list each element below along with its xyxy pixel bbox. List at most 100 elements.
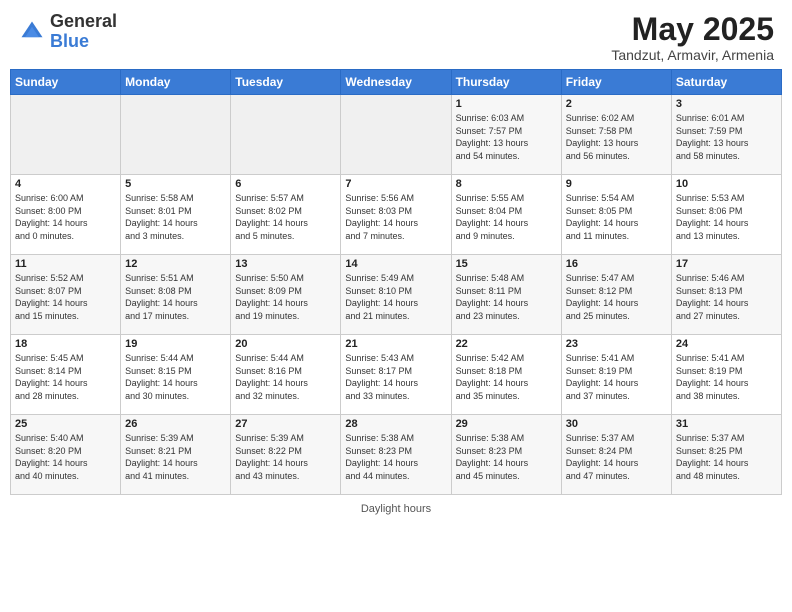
- day-info: Sunrise: 5:50 AM Sunset: 8:09 PM Dayligh…: [235, 272, 336, 322]
- day-number: 8: [456, 178, 557, 190]
- calendar-cell: 28 Sunrise: 5:38 AM Sunset: 8:23 PM Dayli…: [341, 415, 451, 495]
- calendar-cell: 24 Sunrise: 5:41 AM Sunset: 8:19 PM Dayli…: [671, 335, 781, 415]
- day-number: 14: [345, 258, 446, 270]
- calendar-cell: 3 Sunrise: 6:01 AM Sunset: 7:59 PM Daylig…: [671, 95, 781, 175]
- calendar-body: 1 Sunrise: 6:03 AM Sunset: 7:57 PM Daylig…: [11, 95, 782, 495]
- day-number: 26: [125, 418, 226, 430]
- day-info: Sunrise: 5:38 AM Sunset: 8:23 PM Dayligh…: [345, 432, 446, 482]
- day-number: 6: [235, 178, 336, 190]
- day-number: 25: [15, 418, 116, 430]
- calendar-cell: [11, 95, 121, 175]
- day-number: 10: [676, 178, 777, 190]
- day-info: Sunrise: 5:41 AM Sunset: 8:19 PM Dayligh…: [566, 352, 667, 402]
- day-number: 31: [676, 418, 777, 430]
- day-number: 11: [15, 258, 116, 270]
- day-info: Sunrise: 5:56 AM Sunset: 8:03 PM Dayligh…: [345, 192, 446, 242]
- day-info: Sunrise: 6:00 AM Sunset: 8:00 PM Dayligh…: [15, 192, 116, 242]
- day-number: 13: [235, 258, 336, 270]
- calendar-cell: 2Sunrise: 6:02 AM Sunset: 7:58 PM Daylig…: [561, 95, 671, 175]
- calendar-week-3: 11Sunrise: 5:52 AM Sunset: 8:07 PM Dayli…: [11, 255, 782, 335]
- day-number: 19: [125, 338, 226, 350]
- calendar-cell: 4Sunrise: 6:00 AM Sunset: 8:00 PM Daylig…: [11, 175, 121, 255]
- day-info: Sunrise: 6:03 AM Sunset: 7:57 PM Dayligh…: [456, 112, 557, 162]
- day-number: 5: [125, 178, 226, 190]
- day-info: Sunrise: 5:41 AM Sunset: 8:19 PM Dayligh…: [676, 352, 777, 402]
- calendar-cell: 19Sunrise: 5:44 AM Sunset: 8:15 PM Dayli…: [121, 335, 231, 415]
- day-info: Sunrise: 5:54 AM Sunset: 8:05 PM Dayligh…: [566, 192, 667, 242]
- weekday-header-tuesday: Tuesday: [231, 70, 341, 95]
- calendar-cell: 15 Sunrise: 5:48 AM Sunset: 8:11 PM Dayli…: [451, 255, 561, 335]
- calendar-cell: 17 Sunrise: 5:46 AM Sunset: 8:13 PM Dayli…: [671, 255, 781, 335]
- day-number: 3: [676, 98, 777, 110]
- day-info: Sunrise: 5:51 AM Sunset: 8:08 PM Dayligh…: [125, 272, 226, 322]
- calendar-cell: 23Sunrise: 5:41 AM Sunset: 8:19 PM Dayli…: [561, 335, 671, 415]
- calendar-week-2: 4Sunrise: 6:00 AM Sunset: 8:00 PM Daylig…: [11, 175, 782, 255]
- day-number: 1: [456, 98, 557, 110]
- calendar-cell: 20 Sunrise: 5:44 AM Sunset: 8:16 PM Dayli…: [231, 335, 341, 415]
- logo-text: General Blue: [50, 12, 117, 52]
- page-container: General Blue May 2025 Tandzut, Armavir, …: [0, 0, 792, 517]
- weekday-header-saturday: Saturday: [671, 70, 781, 95]
- calendar-cell: 26 Sunrise: 5:39 AM Sunset: 8:21 PM Dayli…: [121, 415, 231, 495]
- day-info: Sunrise: 5:47 AM Sunset: 8:12 PM Dayligh…: [566, 272, 667, 322]
- day-info: Sunrise: 5:39 AM Sunset: 8:21 PM Dayligh…: [125, 432, 226, 482]
- day-number: 9: [566, 178, 667, 190]
- day-number: 20: [235, 338, 336, 350]
- weekday-header-thursday: Thursday: [451, 70, 561, 95]
- calendar-week-5: 25Sunrise: 5:40 AM Sunset: 8:20 PM Dayli…: [11, 415, 782, 495]
- day-info: Sunrise: 5:49 AM Sunset: 8:10 PM Dayligh…: [345, 272, 446, 322]
- day-info: Sunrise: 5:43 AM Sunset: 8:17 PM Dayligh…: [345, 352, 446, 402]
- calendar-cell: 11Sunrise: 5:52 AM Sunset: 8:07 PM Dayli…: [11, 255, 121, 335]
- title-block: May 2025 Tandzut, Armavir, Armenia: [611, 12, 774, 63]
- calendar-cell: 9 Sunrise: 5:54 AM Sunset: 8:05 PM Daylig…: [561, 175, 671, 255]
- calendar-cell: 7 Sunrise: 5:56 AM Sunset: 8:03 PM Daylig…: [341, 175, 451, 255]
- logo-blue: Blue: [50, 31, 89, 51]
- day-info: Sunrise: 5:46 AM Sunset: 8:13 PM Dayligh…: [676, 272, 777, 322]
- calendar-cell: 6 Sunrise: 5:57 AM Sunset: 8:02 PM Daylig…: [231, 175, 341, 255]
- calendar-cell: 5Sunrise: 5:58 AM Sunset: 8:01 PM Daylig…: [121, 175, 231, 255]
- calendar-cell: 25Sunrise: 5:40 AM Sunset: 8:20 PM Dayli…: [11, 415, 121, 495]
- calendar-wrapper: SundayMondayTuesdayWednesdayThursdayFrid…: [0, 69, 792, 499]
- day-info: Sunrise: 5:48 AM Sunset: 8:11 PM Dayligh…: [456, 272, 557, 322]
- calendar-week-1: 1 Sunrise: 6:03 AM Sunset: 7:57 PM Daylig…: [11, 95, 782, 175]
- day-info: Sunrise: 5:53 AM Sunset: 8:06 PM Dayligh…: [676, 192, 777, 242]
- day-number: 12: [125, 258, 226, 270]
- day-info: Sunrise: 6:01 AM Sunset: 7:59 PM Dayligh…: [676, 112, 777, 162]
- day-number: 22: [456, 338, 557, 350]
- day-number: 28: [345, 418, 446, 430]
- calendar-cell: 18 Sunrise: 5:45 AM Sunset: 8:14 PM Dayli…: [11, 335, 121, 415]
- day-number: 7: [345, 178, 446, 190]
- day-info: Sunrise: 5:37 AM Sunset: 8:25 PM Dayligh…: [676, 432, 777, 482]
- weekday-header-monday: Monday: [121, 70, 231, 95]
- calendar-cell: 27Sunrise: 5:39 AM Sunset: 8:22 PM Dayli…: [231, 415, 341, 495]
- day-info: Sunrise: 5:55 AM Sunset: 8:04 PM Dayligh…: [456, 192, 557, 242]
- day-info: Sunrise: 5:39 AM Sunset: 8:22 PM Dayligh…: [235, 432, 336, 482]
- calendar-cell: 31 Sunrise: 5:37 AM Sunset: 8:25 PM Dayli…: [671, 415, 781, 495]
- day-number: 29: [456, 418, 557, 430]
- day-number: 24: [676, 338, 777, 350]
- day-number: 18: [15, 338, 116, 350]
- day-number: 2: [566, 98, 667, 110]
- header: General Blue May 2025 Tandzut, Armavir, …: [0, 0, 792, 69]
- calendar-table: SundayMondayTuesdayWednesdayThursdayFrid…: [10, 69, 782, 495]
- day-number: 30: [566, 418, 667, 430]
- calendar-cell: 29Sunrise: 5:38 AM Sunset: 8:23 PM Dayli…: [451, 415, 561, 495]
- logo-icon: [18, 18, 46, 46]
- footer-note: Daylight hours: [0, 499, 792, 517]
- calendar-cell: 13 Sunrise: 5:50 AM Sunset: 8:09 PM Dayli…: [231, 255, 341, 335]
- calendar-header: SundayMondayTuesdayWednesdayThursdayFrid…: [11, 70, 782, 95]
- weekday-header-row: SundayMondayTuesdayWednesdayThursdayFrid…: [11, 70, 782, 95]
- day-info: Sunrise: 5:57 AM Sunset: 8:02 PM Dayligh…: [235, 192, 336, 242]
- calendar-cell: [231, 95, 341, 175]
- weekday-header-wednesday: Wednesday: [341, 70, 451, 95]
- day-info: Sunrise: 5:45 AM Sunset: 8:14 PM Dayligh…: [15, 352, 116, 402]
- calendar-cell: [341, 95, 451, 175]
- day-info: Sunrise: 5:37 AM Sunset: 8:24 PM Dayligh…: [566, 432, 667, 482]
- day-info: Sunrise: 5:44 AM Sunset: 8:16 PM Dayligh…: [235, 352, 336, 402]
- logo: General Blue: [18, 12, 117, 52]
- day-number: 17: [676, 258, 777, 270]
- weekday-header-friday: Friday: [561, 70, 671, 95]
- day-number: 15: [456, 258, 557, 270]
- calendar-cell: 30 Sunrise: 5:37 AM Sunset: 8:24 PM Dayli…: [561, 415, 671, 495]
- logo-general: General: [50, 11, 117, 31]
